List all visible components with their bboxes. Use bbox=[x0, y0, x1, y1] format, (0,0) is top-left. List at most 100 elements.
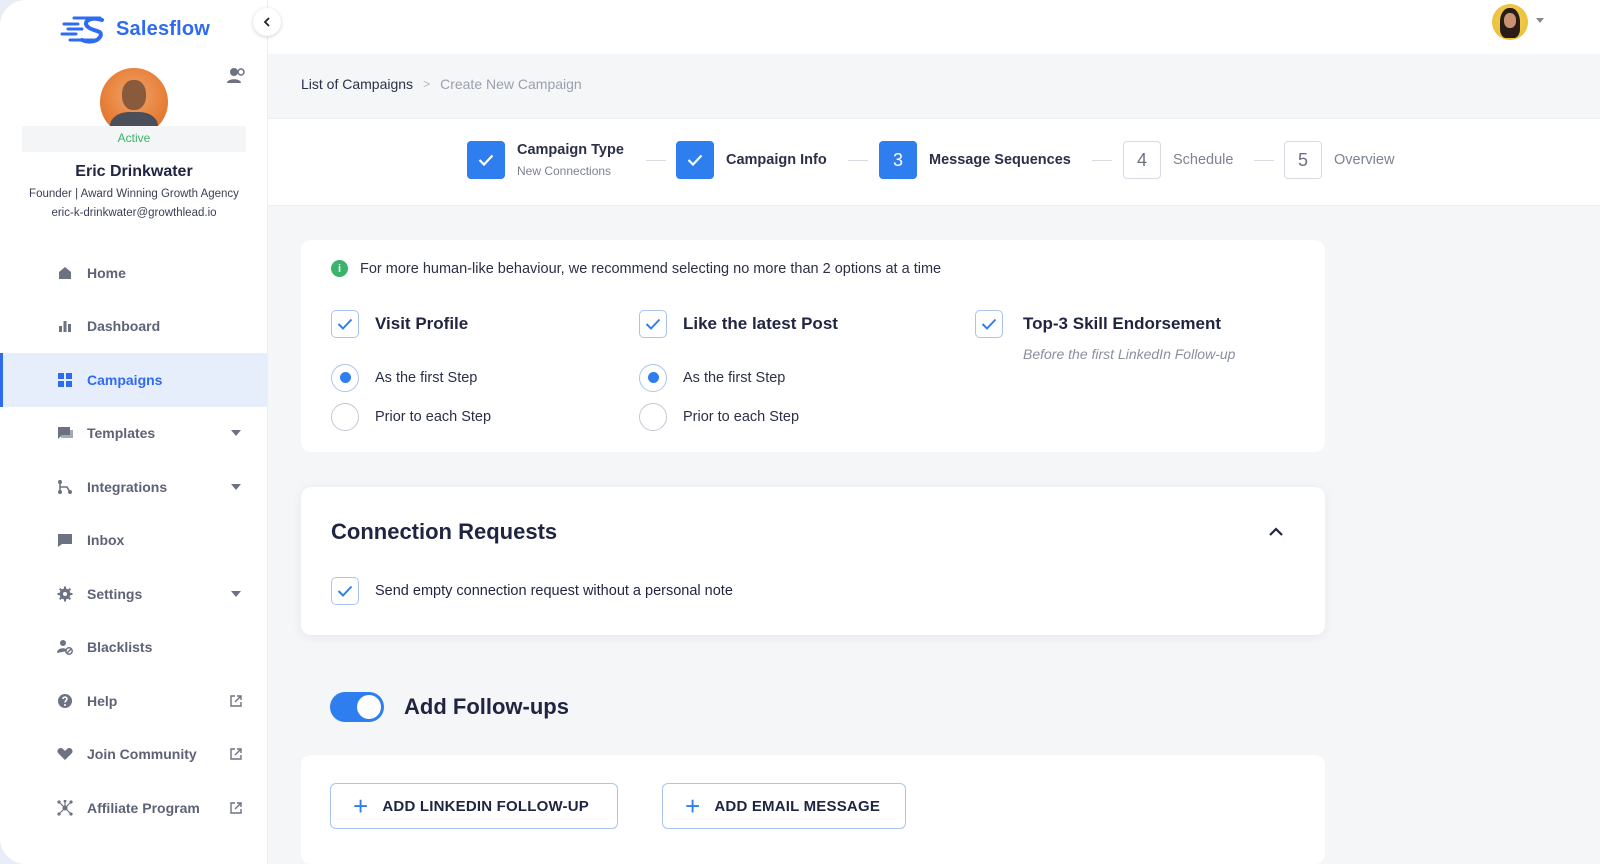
add-followups-toggle[interactable] bbox=[330, 692, 384, 722]
chevron-down-icon[interactable] bbox=[230, 481, 242, 493]
brand-name: Salesflow bbox=[116, 17, 211, 40]
breadcrumb-list-of-campaigns[interactable]: List of Campaigns bbox=[301, 76, 413, 92]
top-bar bbox=[268, 0, 1600, 54]
like-post-first-step-option[interactable]: As the first Step bbox=[639, 363, 838, 392]
user-switch-icon[interactable] bbox=[226, 66, 246, 86]
visit-profile-first-step-option[interactable]: As the first Step bbox=[331, 363, 491, 392]
sidebar-item-campaigns[interactable]: Campaigns bbox=[0, 353, 268, 407]
sidebar-item-settings[interactable]: Settings bbox=[0, 567, 268, 621]
sidebar-item-join-community[interactable]: Join Community bbox=[0, 728, 268, 782]
option-visit-profile: Visit Profile As the first Step Prior to… bbox=[331, 310, 492, 431]
check-icon bbox=[981, 318, 997, 330]
sidebar-item-home[interactable]: Home bbox=[0, 246, 268, 300]
sidebar-item-label: Settings bbox=[87, 585, 143, 602]
collapse-sidebar-button[interactable] bbox=[253, 8, 281, 36]
message-icon bbox=[57, 532, 73, 548]
sidebar-item-help[interactable]: Help bbox=[0, 674, 268, 728]
radio-button[interactable] bbox=[639, 402, 667, 431]
visit-profile-label: Visit Profile bbox=[375, 314, 469, 333]
like-post-label: Like the latest Post bbox=[683, 314, 838, 333]
radio-button-selected[interactable] bbox=[331, 363, 359, 392]
external-link-icon[interactable] bbox=[230, 802, 242, 814]
sidebar-item-label: Integrations bbox=[87, 478, 168, 495]
sidebar-item-templates[interactable]: Templates bbox=[0, 407, 268, 461]
account-menu-caret-icon[interactable] bbox=[1536, 18, 1544, 23]
step-label: Campaign Info bbox=[726, 152, 827, 168]
step-done-check-icon bbox=[467, 141, 505, 179]
check-icon bbox=[645, 318, 661, 330]
option-skill-endorsement: Top-3 Skill Endorsement Before the first… bbox=[975, 310, 1235, 362]
sidebar-item-label: Blacklists bbox=[87, 639, 153, 656]
step-overview[interactable]: 5 Overview bbox=[1284, 141, 1394, 179]
sidebar-item-label: Help bbox=[87, 692, 118, 709]
chevron-up-icon[interactable] bbox=[1267, 523, 1285, 541]
breadcrumb-current: Create New Campaign bbox=[440, 76, 582, 92]
sidebar-item-dashboard[interactable]: Dashboard bbox=[0, 300, 268, 354]
sidebar-item-affiliate-program[interactable]: Affiliate Program bbox=[0, 781, 268, 835]
network-icon bbox=[57, 799, 73, 816]
add-email-message-button[interactable]: + ADD EMAIL MESSAGE bbox=[662, 783, 906, 829]
check-icon bbox=[337, 585, 353, 597]
help-icon bbox=[57, 693, 73, 709]
sidebar-item-label: Templates bbox=[87, 425, 156, 442]
sidebar-item-inbox[interactable]: Inbox bbox=[0, 514, 268, 568]
connection-requests-title: Connection Requests bbox=[331, 519, 558, 544]
visit-profile-checkbox[interactable] bbox=[331, 310, 359, 338]
user-name: Eric Drinkwater bbox=[75, 163, 193, 180]
home-icon bbox=[57, 265, 73, 281]
radio-label: Prior to each Step bbox=[375, 408, 492, 425]
step-number: 5 bbox=[1284, 141, 1322, 179]
grid-icon bbox=[57, 372, 73, 388]
sidebar-item-integrations[interactable]: Integrations bbox=[0, 460, 268, 514]
like-post-each-step-option[interactable]: Prior to each Step bbox=[639, 402, 838, 431]
sidebar-item-label: Affiliate Program bbox=[87, 799, 200, 816]
step-campaign-info[interactable]: Campaign Info bbox=[676, 141, 827, 179]
engagement-options-card: i For more human-like behaviour, we reco… bbox=[301, 240, 1325, 452]
info-text: For more human-like behaviour, we recomm… bbox=[360, 260, 942, 277]
step-connector bbox=[1092, 160, 1112, 161]
heart-hand-icon bbox=[57, 746, 73, 762]
add-linkedin-followup-button[interactable]: + ADD LINKEDIN FOLLOW-UP bbox=[330, 783, 618, 829]
app-frame: Salesflow Active Eric Drinkwater Founder… bbox=[0, 0, 1600, 864]
chevron-left-icon bbox=[263, 17, 270, 27]
sidebar-item-label: Inbox bbox=[87, 532, 125, 549]
bar-chart-icon bbox=[57, 318, 73, 334]
add-followups-label: Add Follow-ups bbox=[404, 694, 569, 719]
endorsement-label: Top-3 Skill Endorsement bbox=[1023, 314, 1222, 333]
radio-button-selected[interactable] bbox=[639, 363, 667, 392]
step-label: Overview bbox=[1334, 152, 1395, 168]
plus-icon: + bbox=[353, 791, 369, 821]
chevron-down-icon[interactable] bbox=[230, 588, 242, 600]
step-campaign-type[interactable]: Campaign Type New Connections bbox=[467, 141, 624, 179]
breadcrumb-separator: > bbox=[423, 77, 431, 91]
radio-button[interactable] bbox=[331, 402, 359, 431]
user-block-icon bbox=[57, 639, 73, 656]
sidebar-item-label: Campaigns bbox=[87, 371, 163, 388]
external-link-icon[interactable] bbox=[230, 748, 242, 760]
brand-logo[interactable]: Salesflow bbox=[60, 12, 210, 46]
like-post-checkbox[interactable] bbox=[639, 310, 667, 338]
endorsement-note: Before the first LinkedIn Follow-up bbox=[1023, 346, 1236, 362]
visit-profile-each-step-option[interactable]: Prior to each Step bbox=[331, 402, 492, 431]
chevron-down-icon[interactable] bbox=[230, 427, 242, 439]
radio-label: As the first Step bbox=[683, 369, 786, 386]
step-done-check-icon bbox=[676, 141, 714, 179]
add-followups-row: Add Follow-ups bbox=[330, 692, 569, 722]
step-schedule[interactable]: 4 Schedule bbox=[1123, 141, 1233, 179]
breadcrumb: List of Campaigns > Create New Campaign bbox=[301, 76, 582, 92]
step-message-sequences[interactable]: 3 Message Sequences bbox=[879, 141, 1071, 179]
radio-label: As the first Step bbox=[375, 369, 478, 386]
step-number: 4 bbox=[1123, 141, 1161, 179]
step-connector bbox=[848, 160, 868, 161]
external-link-icon[interactable] bbox=[230, 695, 242, 707]
empty-request-checkbox[interactable] bbox=[331, 577, 359, 605]
add-email-message-label: ADD EMAIL MESSAGE bbox=[714, 797, 881, 815]
sidebar-item-label: Join Community bbox=[87, 746, 197, 763]
endorsement-checkbox[interactable] bbox=[975, 310, 1003, 338]
sidebar-item-label: Dashboard bbox=[87, 318, 161, 335]
sidebar-item-blacklists[interactable]: Blacklists bbox=[0, 621, 268, 675]
empty-connection-request-option[interactable]: Send empty connection request without a … bbox=[331, 577, 733, 605]
user-email: eric-k-drinkwater@growthlead.io bbox=[51, 207, 217, 219]
account-avatar[interactable] bbox=[1492, 4, 1528, 40]
user-role: Founder | Award Winning Growth Agency bbox=[29, 188, 239, 200]
